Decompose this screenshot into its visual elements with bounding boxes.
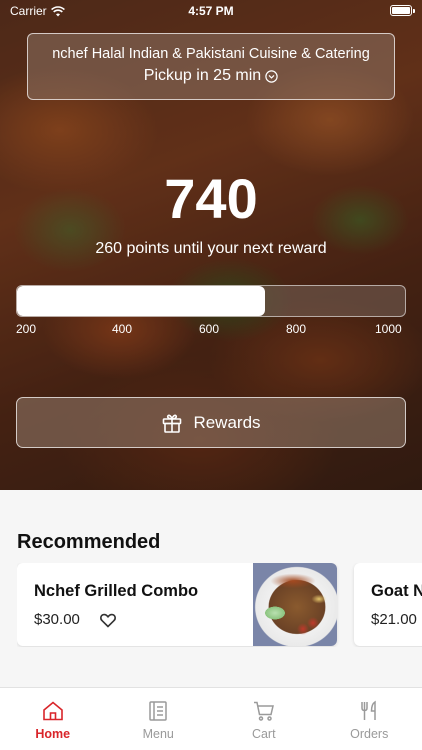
progress-tick-label: 600 (199, 322, 220, 336)
tab-menu-label: Menu (142, 727, 174, 741)
status-bar: Carrier 4:57 PM (0, 0, 422, 22)
fork-knife-icon (361, 700, 376, 720)
recommended-carousel[interactable]: Nchef Grilled Combo $30.00 Goat N $21.00 (17, 563, 422, 647)
heart-icon[interactable] (99, 611, 117, 629)
rewards-button[interactable]: Rewards (16, 397, 406, 448)
gift-icon (163, 413, 182, 433)
rewards-progress-bar (16, 285, 406, 317)
store-selector[interactable]: nchef Halal Indian & Pakistani Cuisine &… (27, 33, 395, 100)
recommended-item-card[interactable]: Goat N $21.00 (354, 563, 422, 646)
item-image (253, 563, 337, 646)
points-balance: 740 (164, 167, 258, 230)
progress-ticks: 200 400 600 800 1000 (16, 322, 406, 338)
tab-cart-label: Cart (251, 727, 276, 741)
progress-tick-label: 400 (112, 322, 133, 336)
tab-orders-label: Orders (350, 727, 389, 741)
item-name: Nchef Grilled Combo (34, 582, 199, 600)
tab-menu[interactable]: Menu (106, 688, 212, 750)
status-time: 4:57 PM (188, 4, 234, 18)
cart-icon (253, 701, 274, 721)
recommended-title: Recommended (17, 531, 161, 553)
recommended-item-card[interactable]: Nchef Grilled Combo $30.00 (17, 563, 337, 646)
rewards-button-label: Rewards (193, 412, 261, 432)
bottom-tab-bar: Home Menu Cart Orders (0, 687, 422, 750)
item-price: $30.00 (34, 611, 80, 628)
progress-fill (17, 286, 266, 316)
points-remaining-text: 260 points until your next reward (95, 240, 327, 257)
tab-home-label: Home (35, 727, 71, 741)
item-name: Goat N (371, 582, 422, 600)
menu-icon (149, 701, 167, 721)
progress-tick-label: 200 (16, 322, 37, 336)
battery-icon (390, 5, 415, 16)
pickup-label: Pickup in 25 min (143, 67, 262, 84)
item-price: $21.00 (371, 611, 417, 628)
chevron-down-circle-icon (265, 69, 278, 83)
store-name: nchef Halal Indian & Pakistani Cuisine &… (52, 46, 370, 62)
tab-home[interactable]: Home (0, 688, 106, 750)
tab-cart[interactable]: Cart (211, 688, 317, 750)
progress-tick-label: 1000 (375, 322, 402, 336)
home-icon (42, 701, 63, 721)
pickup-time: Pickup in 25 min (144, 67, 278, 85)
progress-tick-label: 800 (286, 322, 307, 336)
tab-orders[interactable]: Orders (317, 688, 422, 750)
